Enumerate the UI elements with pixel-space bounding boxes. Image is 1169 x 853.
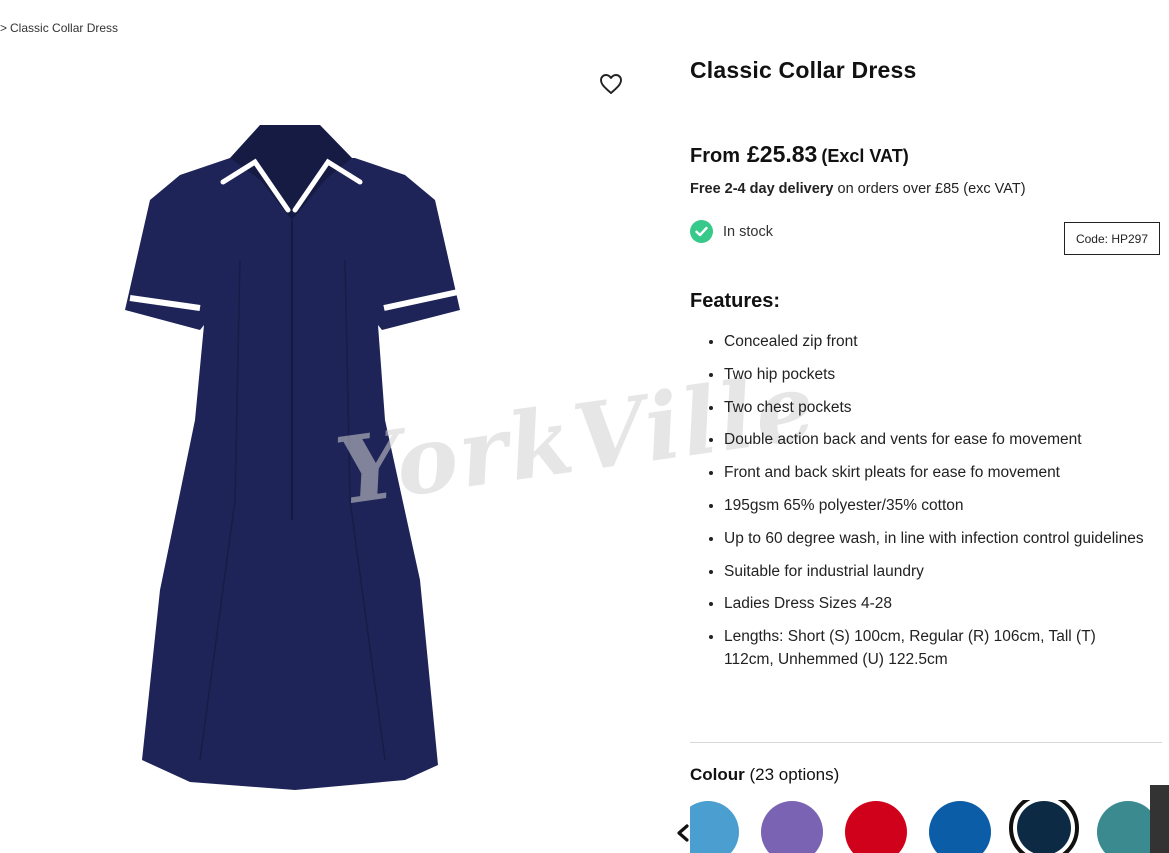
feature-item: Suitable for industrial laundry [724, 560, 1144, 583]
check-circle-icon [690, 220, 713, 243]
product-code: Code: HP297 [1064, 222, 1160, 255]
product-image [125, 125, 460, 790]
breadcrumb-current: Classic Collar Dress [10, 21, 119, 35]
colour-swatch[interactable] [845, 801, 907, 853]
product-info: Classic Collar Dress From £25.83 (Excl VAT… [690, 0, 1165, 853]
features-heading: Features: [690, 290, 781, 312]
feature-item: Two hip pockets [724, 363, 1144, 386]
features-list: Concealed zip front Two hip pockets Two ch… [690, 330, 1144, 681]
price-amount: £25.83 [747, 141, 818, 167]
delivery-text: on orders over £85 (exc VAT) [833, 181, 1026, 197]
colour-heading: Colour (23 options) [690, 765, 839, 785]
stock-status: In stock [690, 220, 773, 243]
feature-item: 195gsm 65% polyester/35% cotton [724, 494, 1144, 517]
colour-swatch[interactable] [929, 801, 991, 853]
feature-item: Up to 60 degree wash, in line with infec… [724, 527, 1144, 550]
feature-item: Front and back skirt pleats for ease fo … [724, 461, 1144, 484]
price-prefix: From [690, 145, 740, 167]
price: From £25.83 (Excl VAT) [690, 141, 909, 168]
breadcrumb-separator: > [0, 21, 8, 35]
heart-outline-icon[interactable] [599, 73, 623, 95]
feature-item: Two chest pockets [724, 396, 1144, 419]
feature-item: Concealed zip front [724, 330, 1144, 353]
chevron-left-icon[interactable] [672, 820, 694, 846]
colour-swatch[interactable] [1009, 800, 1079, 853]
colour-swatch[interactable] [690, 801, 739, 853]
vat-note: (Excl VAT) [821, 146, 909, 166]
stock-label: In stock [723, 223, 773, 240]
feature-item: Ladies Dress Sizes 4-28 [724, 592, 1144, 615]
delivery-highlight: Free 2-4 day delivery [690, 181, 834, 197]
colour-swatch[interactable] [761, 801, 823, 853]
feature-item: Lengths: Short (S) 100cm, Regular (R) 10… [724, 625, 1144, 671]
colour-label: Colour [690, 765, 745, 784]
delivery-info: Free 2-4 day delivery on orders over £85… [690, 181, 1026, 197]
feature-item: Double action back and vents for ease fo… [724, 428, 1144, 451]
breadcrumb: > Classic Collar Dress [0, 21, 118, 35]
divider [690, 742, 1162, 743]
product-title: Classic Collar Dress [690, 57, 917, 83]
side-tab[interactable] [1150, 785, 1169, 853]
colour-count: (23 options) [749, 765, 840, 784]
dress-body [125, 125, 460, 790]
colour-swatches [690, 800, 1169, 853]
